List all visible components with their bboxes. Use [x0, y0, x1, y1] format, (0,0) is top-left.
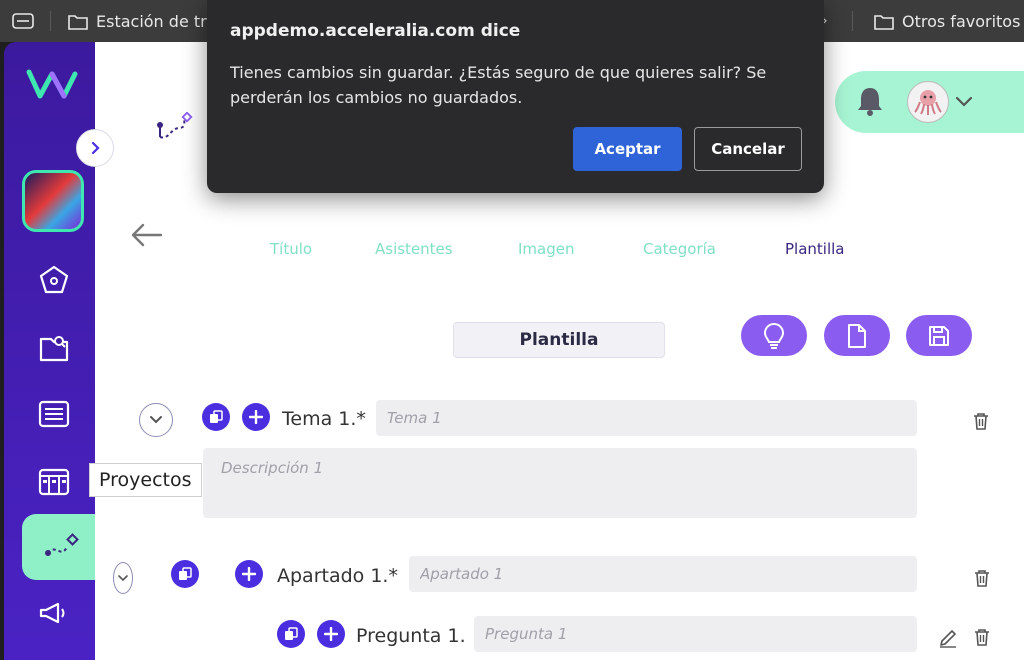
- save-button[interactable]: [906, 315, 972, 356]
- wizard-steps: Título Asistentes Imagen Categoría Plant…: [95, 240, 1024, 264]
- collapse-apartado-button[interactable]: [113, 562, 133, 594]
- new-document-button[interactable]: [824, 315, 890, 356]
- ideas-button[interactable]: [741, 315, 807, 356]
- sidebar-item-search[interactable]: [34, 328, 74, 368]
- plus-icon: [242, 567, 256, 581]
- bookmark-label: Otros favoritos: [902, 11, 1021, 31]
- pencil-icon: [940, 630, 956, 648]
- pregunta-input[interactable]: [474, 616, 917, 652]
- tema-label: Tema 1.*: [282, 408, 366, 430]
- app-logo: [26, 66, 78, 106]
- trash-icon: [975, 629, 989, 646]
- duplicate-pregunta-button[interactable]: [277, 620, 305, 648]
- trash-icon: [975, 570, 989, 587]
- add-tema-button[interactable]: [242, 403, 270, 431]
- delete-apartado-button[interactable]: [974, 569, 990, 591]
- bell-icon: [858, 88, 882, 116]
- project-avatar[interactable]: [22, 170, 84, 232]
- copy-icon: [210, 410, 223, 423]
- sidebar-tooltip: Proyectos: [89, 463, 202, 497]
- save-icon: [929, 325, 949, 346]
- bookmark-item-otros[interactable]: Otros favoritos: [874, 0, 1020, 42]
- sidebar-item-proyectos[interactable]: [34, 462, 74, 502]
- step-asistentes[interactable]: Asistentes: [375, 240, 453, 258]
- dialog-title: appdemo.acceleralia.com dice: [230, 21, 521, 41]
- apartado-input[interactable]: [409, 556, 917, 592]
- sidebar-item-dashboard[interactable]: [34, 260, 74, 300]
- section-title: Plantilla: [453, 322, 665, 358]
- add-apartado-button[interactable]: [235, 560, 263, 588]
- chevron-down-icon: [118, 575, 128, 582]
- dialog-message: Tienes cambios sin guardar. ¿Estás segur…: [230, 63, 767, 107]
- lightbulb-icon: [763, 322, 785, 349]
- sidebar-item-announcements[interactable]: [34, 593, 74, 633]
- route-icon: [44, 533, 79, 556]
- megaphone-icon: [39, 602, 65, 624]
- notifications-button[interactable]: [855, 85, 885, 121]
- duplicate-tema-button[interactable]: [202, 403, 230, 431]
- delete-tema-button[interactable]: [973, 412, 989, 434]
- step-plantilla[interactable]: Plantilla: [785, 240, 845, 258]
- chevron-right-icon: [91, 141, 100, 155]
- pentagon-icon: [39, 265, 69, 294]
- plus-icon: [324, 627, 338, 641]
- add-pregunta-button[interactable]: [317, 620, 345, 648]
- user-header-pill: [835, 71, 1024, 133]
- chevron-down-icon: [150, 416, 162, 424]
- bookmark-item-estacion[interactable]: Estación de tral: [68, 0, 221, 42]
- step-titulo[interactable]: Título: [270, 240, 312, 258]
- descripcion-textarea[interactable]: [203, 448, 917, 518]
- bookmark-label: Estación de tral: [96, 11, 221, 31]
- duplicate-apartado-button[interactable]: [171, 560, 199, 588]
- sidebar-item-list[interactable]: [34, 394, 74, 434]
- apartado-label: Apartado 1.*: [277, 565, 398, 587]
- collapse-tema-button[interactable]: [139, 403, 173, 437]
- delete-pregunta-button[interactable]: [974, 628, 990, 650]
- user-avatar[interactable]: [907, 81, 949, 123]
- list-icon: [38, 400, 70, 428]
- octopus-icon: [914, 90, 942, 115]
- confirm-dialog: appdemo.acceleralia.com dice Tienes camb…: [207, 0, 824, 193]
- cancel-button[interactable]: Cancelar: [694, 127, 802, 171]
- logo-icon: [26, 69, 78, 99]
- plus-icon: [249, 410, 263, 424]
- edit-pregunta-button[interactable]: [938, 628, 958, 652]
- user-menu-chevron[interactable]: [955, 93, 973, 112]
- folder-icon: [68, 13, 88, 30]
- trash-icon: [974, 413, 988, 430]
- copy-icon: [285, 627, 298, 640]
- step-categoria[interactable]: Categoría: [643, 240, 716, 258]
- bookmark-separator: [50, 11, 51, 31]
- document-icon: [848, 323, 866, 348]
- folder-search-icon: [39, 336, 69, 362]
- copy-icon: [179, 567, 192, 580]
- chevron-down-icon: [955, 96, 973, 107]
- bookmark-separator: [852, 11, 853, 31]
- sidebar-item-route-active[interactable]: [22, 514, 99, 580]
- sidebar-expand-button[interactable]: [76, 129, 114, 167]
- route-icon: [155, 111, 195, 148]
- board-icon: [38, 468, 70, 496]
- tab-search-button[interactable]: [12, 0, 34, 42]
- tema-input[interactable]: [376, 400, 917, 436]
- folder-icon: [874, 13, 894, 30]
- pregunta-label: Pregunta 1.: [356, 625, 466, 647]
- tab-search-icon: [12, 13, 34, 29]
- step-imagen[interactable]: Imagen: [518, 240, 574, 258]
- accept-button[interactable]: Aceptar: [573, 127, 682, 171]
